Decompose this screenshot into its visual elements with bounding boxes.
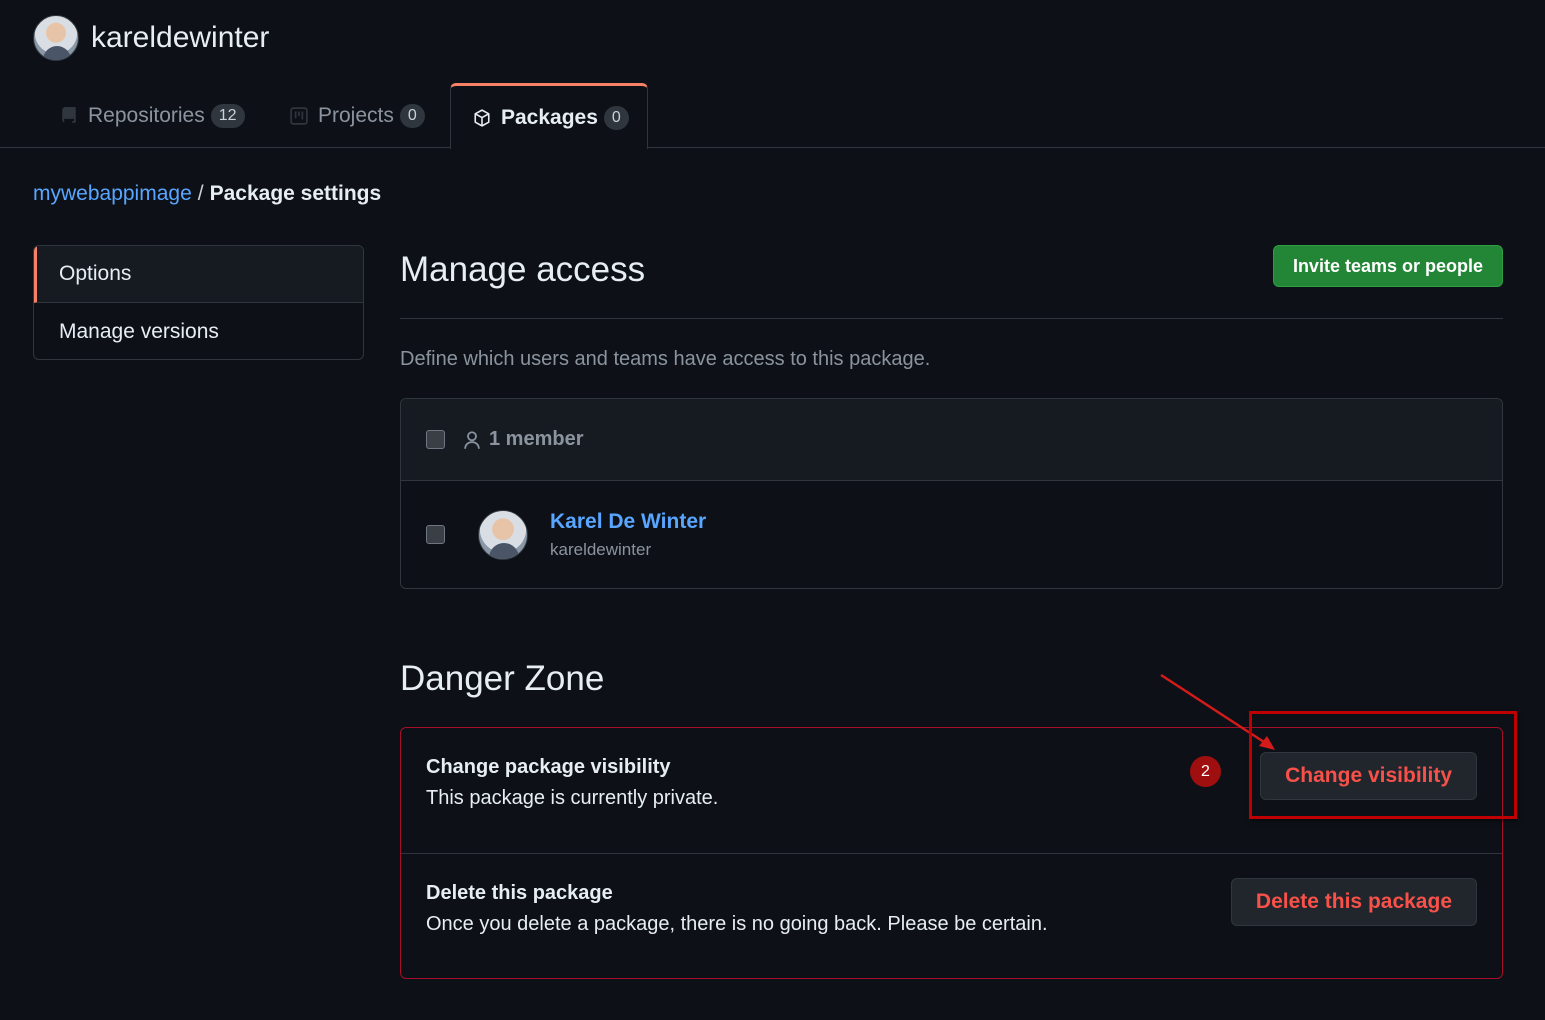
tab-counter: 0 (399, 103, 425, 128)
members-header: 1 member (401, 399, 1502, 481)
breadcrumb-current: Package settings (209, 182, 382, 205)
breadcrumb-separator: / (197, 182, 204, 205)
member-login: kareldewinter (550, 539, 652, 559)
select-all-checkbox[interactable] (426, 430, 445, 449)
person-icon (464, 430, 480, 449)
sidebar-item-manage-versions[interactable]: Manage versions (34, 303, 363, 359)
member-info: Karel De Winter kareldewinter (550, 510, 706, 560)
tab-label: Repositories (88, 103, 205, 127)
member-count: 1 member (462, 428, 584, 451)
member-checkbox[interactable] (426, 525, 445, 544)
username[interactable]: kareldewinter (91, 21, 269, 55)
danger-zone-title: Danger Zone (400, 659, 605, 698)
manage-access-title: Manage access (400, 250, 646, 289)
repo-icon (62, 106, 76, 123)
member-count-label: 1 member (489, 428, 584, 450)
tab-bar: Repositories 12 Projects 0 Packages 0 (0, 83, 1545, 149)
breadcrumb: mywebappimage / Package settings (33, 182, 381, 206)
manage-access-header: Manage access Invite teams or people (400, 245, 1503, 319)
invite-button[interactable]: Invite teams or people (1272, 245, 1503, 287)
tab-label: Packages (501, 105, 598, 129)
members-list: 1 member Karel De Winter kareldewinter (400, 398, 1503, 589)
member-name-link[interactable]: Karel De Winter (550, 510, 706, 534)
tab-repositories[interactable]: Repositories 12 (60, 83, 245, 148)
project-icon (290, 106, 308, 125)
manage-access-description: Define which users and teams have access… (400, 348, 931, 370)
tab-label: Projects (318, 103, 394, 127)
danger-row-delete: Delete this package Once you delete a pa… (401, 853, 1502, 978)
sidebar-item-options[interactable]: Options (34, 246, 363, 303)
table-row: Karel De Winter kareldewinter (401, 481, 1502, 588)
breadcrumb-package-link[interactable]: mywebappimage (33, 182, 192, 205)
tab-packages[interactable]: Packages 0 (450, 83, 648, 149)
settings-sidebar: Options Manage versions (33, 245, 364, 360)
package-icon (474, 108, 490, 127)
delete-package-button[interactable]: Delete this package (1230, 878, 1477, 926)
annotation-highlight-box (1249, 711, 1517, 819)
page: kareldewinter Repositories 12 Projects 0… (0, 0, 1545, 1020)
avatar[interactable] (33, 15, 79, 61)
tab-counter: 12 (210, 103, 245, 128)
user-header: kareldewinter (33, 15, 269, 61)
annotation-step-badge: 2 (1190, 756, 1221, 787)
tab-counter: 0 (603, 105, 629, 130)
main-content: Manage access Invite teams or people Def… (400, 245, 1503, 979)
tab-projects[interactable]: Projects 0 (290, 83, 425, 148)
avatar[interactable] (478, 509, 528, 560)
